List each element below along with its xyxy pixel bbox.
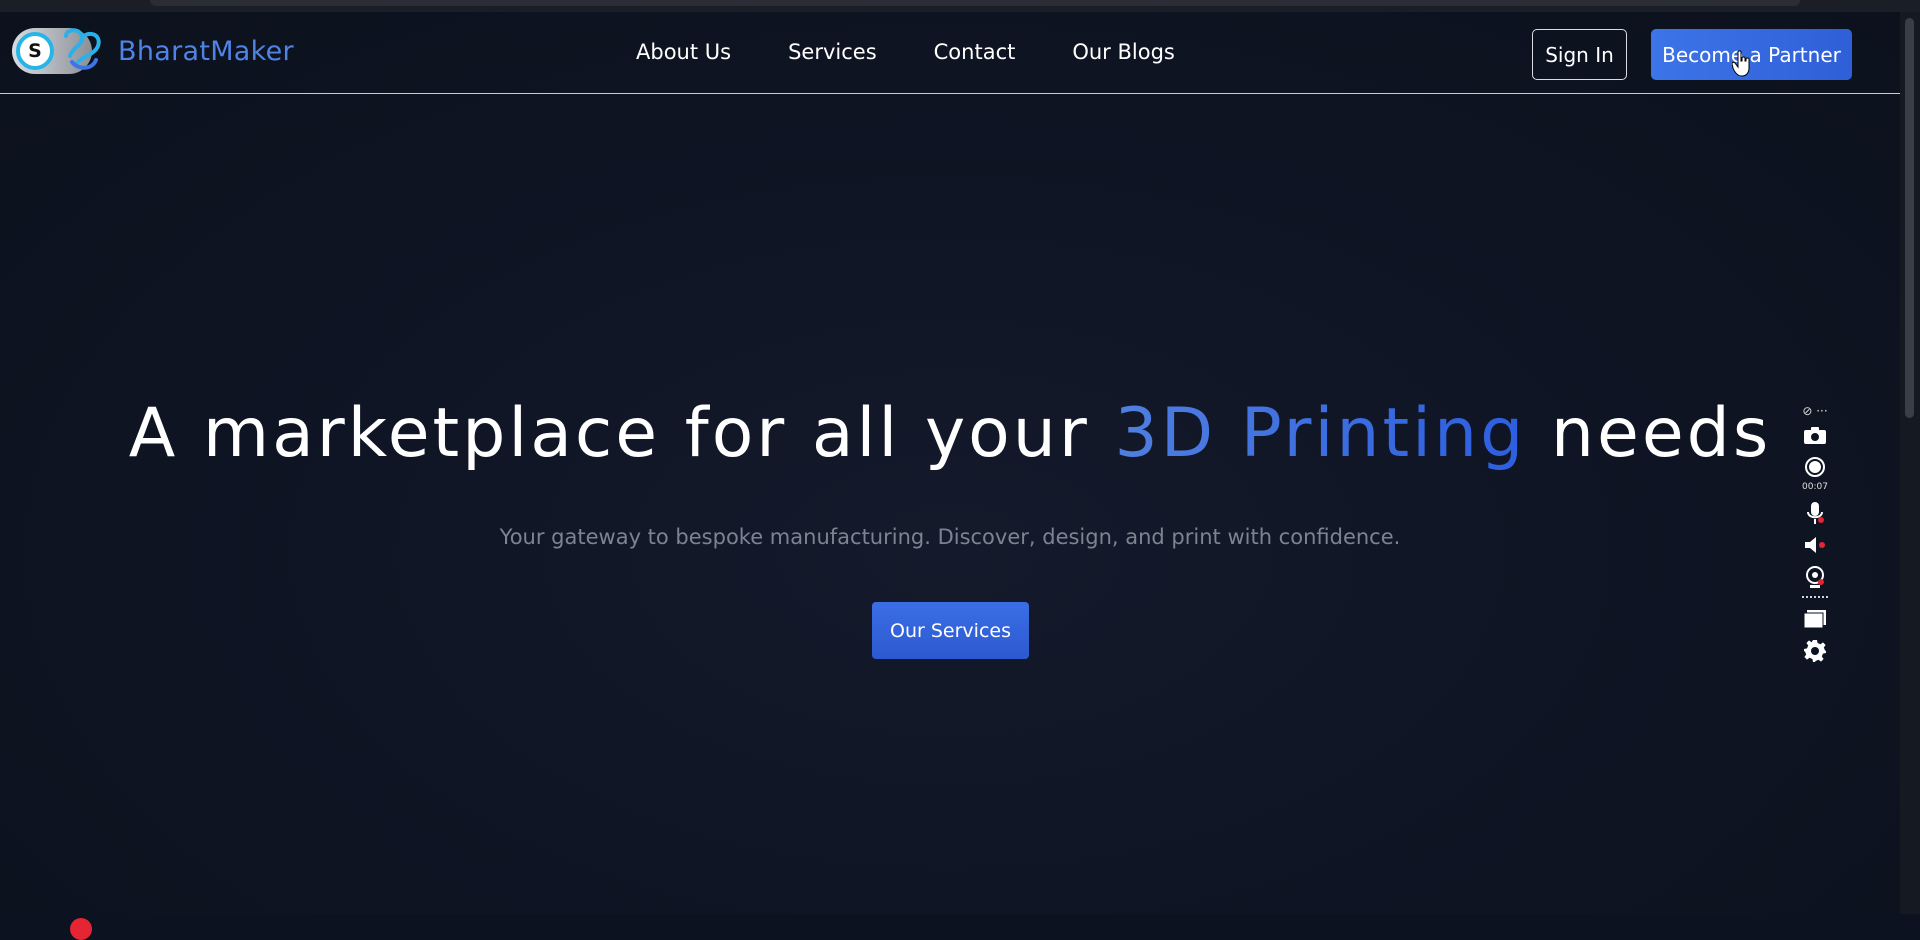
toolbar-divider (1802, 596, 1828, 598)
webcam-icon[interactable] (1802, 564, 1828, 590)
screen-recorder-toolbar: ⊘ ··· 00:07 (1797, 404, 1833, 672)
recording-timer: 00:07 (1802, 482, 1828, 492)
main-nav: About Us Services Contact Our Blogs (636, 40, 1175, 64)
browser-tab-edge (150, 0, 1800, 6)
theme-toggle[interactable]: S (12, 28, 101, 74)
brand-logo[interactable]: S BharatMaker (12, 28, 294, 74)
camera-icon[interactable] (1802, 422, 1828, 448)
speaker-icon[interactable] (1802, 532, 1828, 558)
brand-mark-icon (64, 28, 101, 70)
hero-title-tail: needs (1526, 394, 1772, 473)
scrollbar[interactable] (1900, 12, 1920, 914)
hand-cursor-icon (1732, 50, 1750, 77)
record-icon[interactable] (1802, 454, 1828, 480)
recorder-menu-icon[interactable]: ⊘ ··· (1802, 404, 1827, 418)
page: S BharatMaker About Us Services Contact … (0, 12, 1900, 940)
nav-our-blogs[interactable]: Our Blogs (1072, 40, 1175, 64)
sign-in-button[interactable]: Sign In (1532, 29, 1627, 80)
microphone-icon[interactable] (1802, 500, 1828, 526)
recording-indicator (70, 918, 92, 940)
hero-title: A marketplace for all your 3D Printing n… (0, 394, 1900, 473)
our-services-button[interactable]: Our Services (872, 602, 1029, 659)
brand-name[interactable]: BharatMaker (118, 36, 294, 67)
hero-title-lead: A marketplace for all your (128, 394, 1115, 473)
nav-contact[interactable]: Contact (934, 40, 1016, 64)
hero-subtitle: Your gateway to bespoke manufacturing. D… (499, 525, 1401, 549)
nav-about-us[interactable]: About Us (636, 40, 731, 64)
window-icon[interactable] (1802, 606, 1828, 632)
nav-services[interactable]: Services (788, 40, 877, 64)
scrollbar-thumb[interactable] (1905, 18, 1914, 418)
browser-top-strip (0, 0, 1920, 12)
hero-title-accent: 3D Printing (1114, 394, 1527, 473)
site-header: S BharatMaker About Us Services Contact … (0, 12, 1900, 94)
gear-icon[interactable] (1802, 638, 1828, 664)
